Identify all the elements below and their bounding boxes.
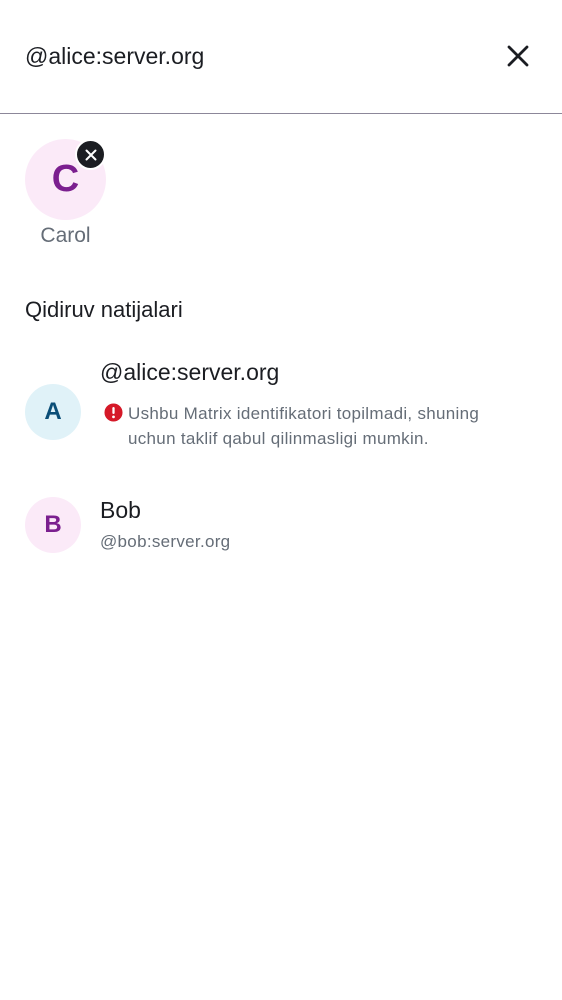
error-icon <box>104 403 123 422</box>
avatar: A <box>25 384 81 440</box>
user-id: @alice:server.org <box>100 359 280 385</box>
avatar-initial: B <box>44 511 62 538</box>
avatar-initial: A <box>44 398 62 425</box>
close-button[interactable] <box>500 38 536 74</box>
remove-user-button[interactable] <box>75 139 106 170</box>
list-item[interactable]: B Bob @bob:server.org <box>0 492 562 564</box>
avatar-initial: C <box>51 158 80 200</box>
close-icon <box>85 149 96 160</box>
list-item[interactable]: A @alice:server.org Ushbu Matrix identif… <box>0 355 562 475</box>
user-name: Bob <box>100 497 141 523</box>
section-header: Qidiruv natijalari <box>25 297 183 322</box>
selected-user-name: Carol <box>40 224 91 247</box>
search-input[interactable] <box>25 38 465 74</box>
user-id: @bob:server.org <box>100 532 231 551</box>
warning-text: Ushbu Matrix identifikatori topilmadi, s… <box>128 404 480 448</box>
search-bar <box>0 0 562 114</box>
avatar: B <box>25 497 81 553</box>
close-icon <box>507 45 529 67</box>
